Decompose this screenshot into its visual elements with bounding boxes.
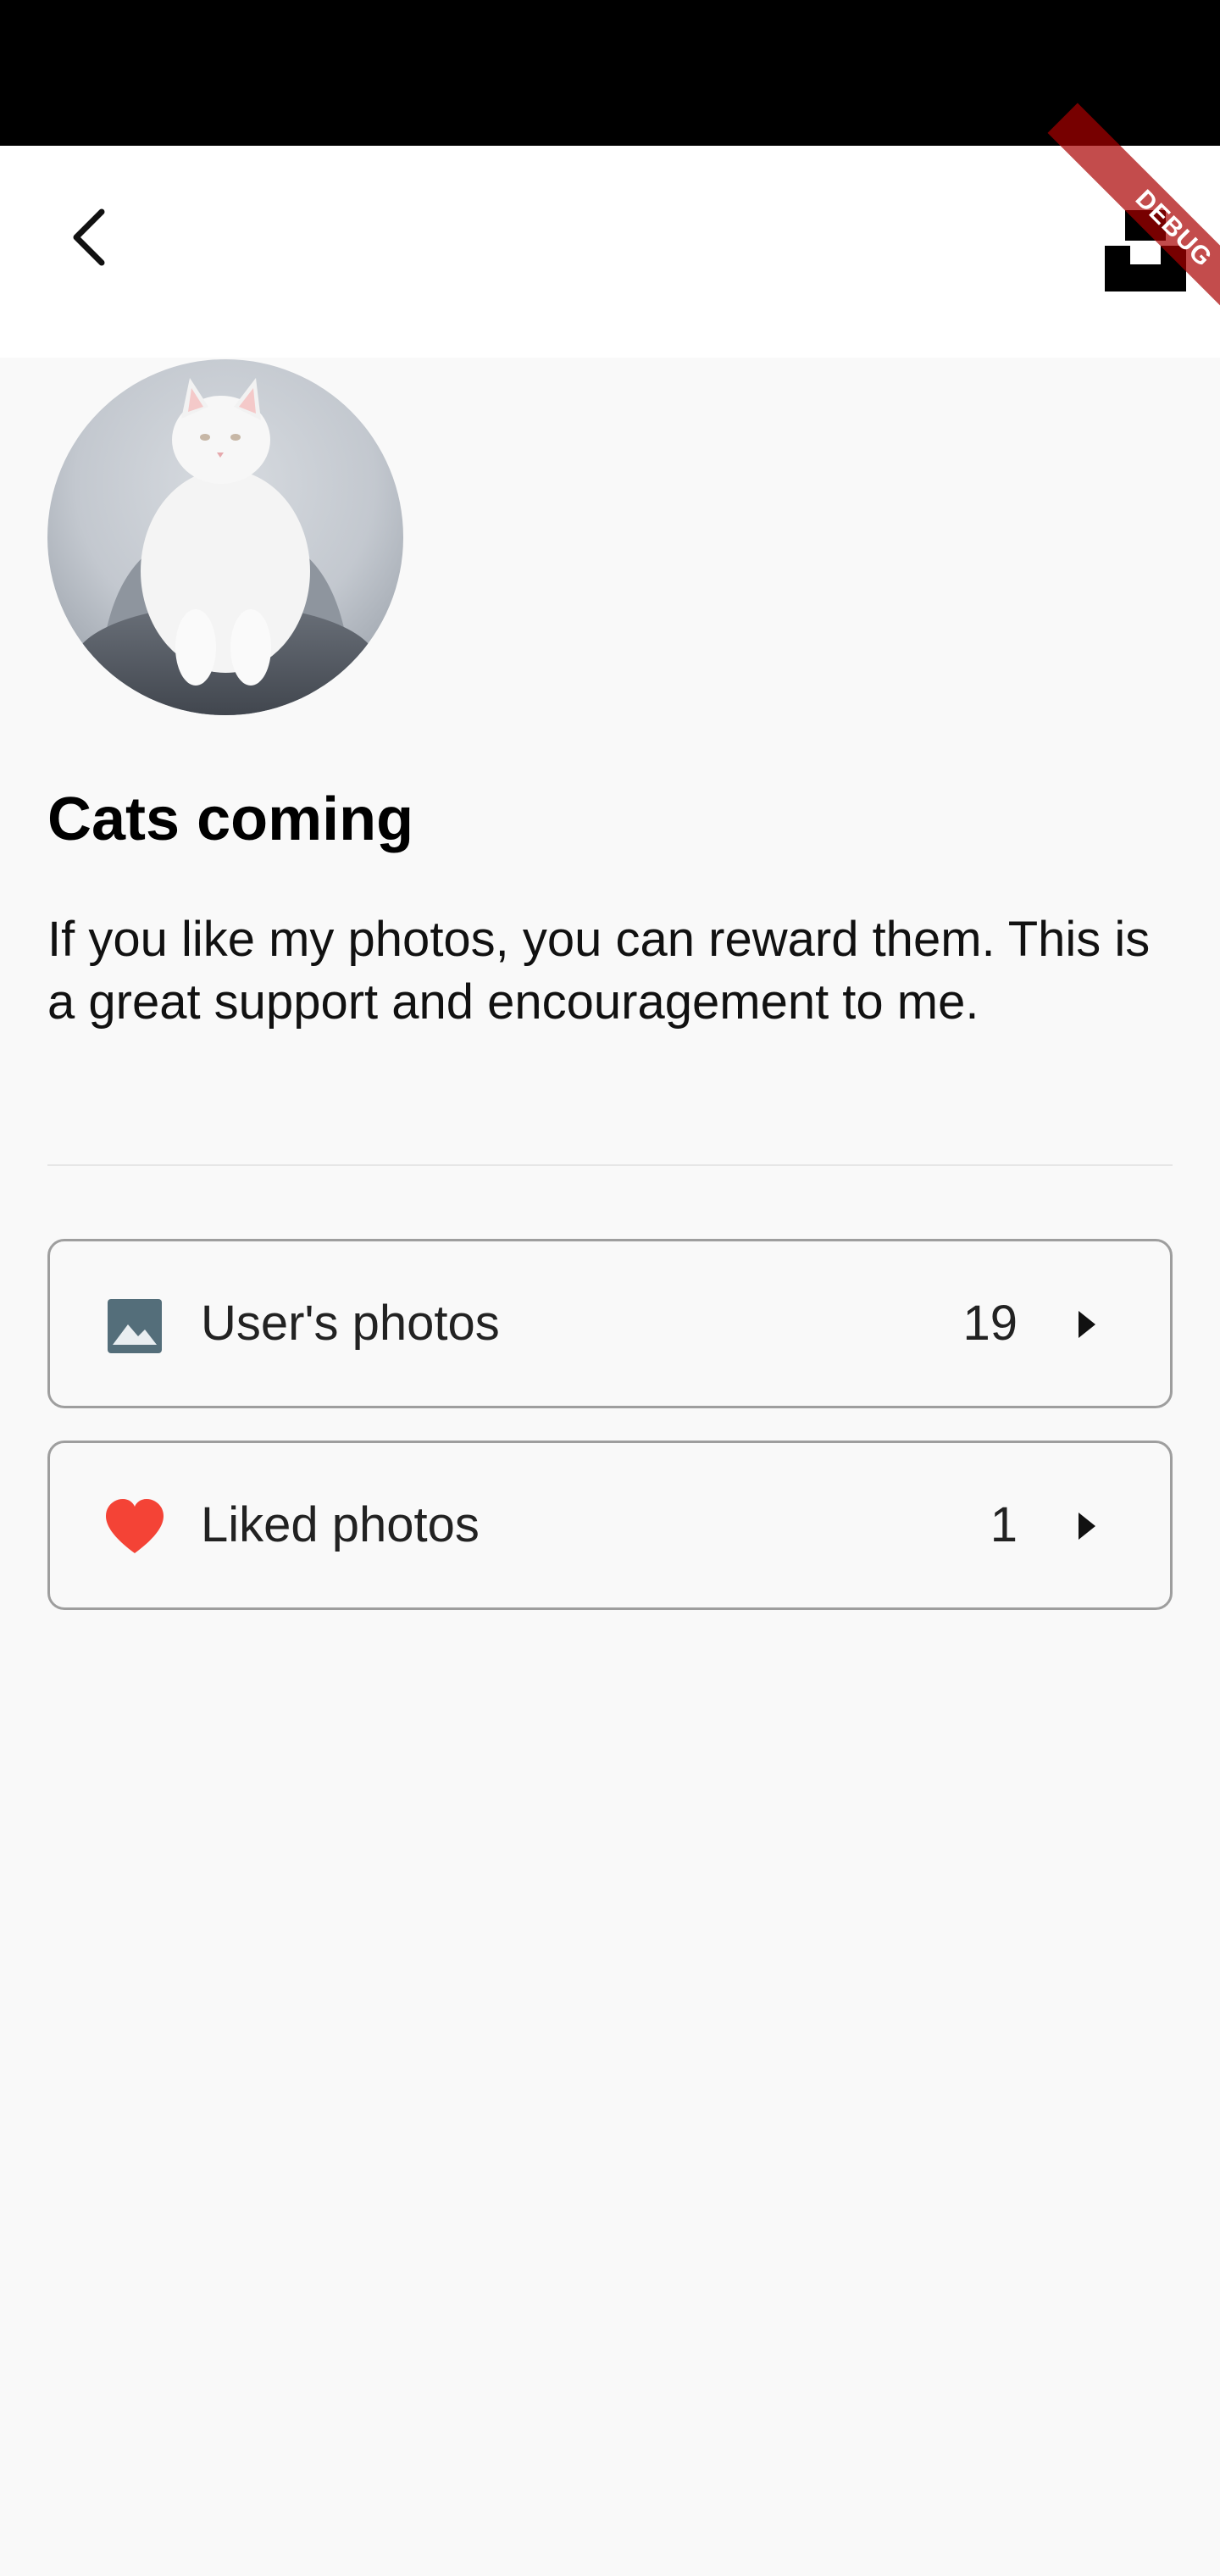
- heart-icon: [106, 1499, 164, 1553]
- status-bar: [0, 0, 1220, 146]
- users-photos-button[interactable]: User's photos 19: [47, 1239, 1173, 1408]
- divider: [47, 1164, 1173, 1166]
- liked-photos-label: Liked photos: [201, 1497, 480, 1552]
- liked-photos-button[interactable]: Liked photos 1: [47, 1441, 1173, 1610]
- app-bar: [0, 146, 1220, 358]
- users-photos-label: User's photos: [201, 1296, 500, 1351]
- avatar: [47, 359, 403, 715]
- caret-right-icon: [1079, 1311, 1095, 1338]
- user-name: Cats coming: [47, 786, 414, 853]
- image-icon: [108, 1299, 162, 1353]
- users-photos-count: 19: [962, 1296, 1018, 1351]
- caret-right-icon: [1079, 1513, 1095, 1540]
- user-bio: If you like my photos, you can reward th…: [47, 912, 1151, 1030]
- chevron-left-icon: [73, 208, 105, 266]
- back-button[interactable]: [41, 190, 136, 285]
- liked-photos-count: 1: [990, 1497, 1018, 1552]
- unsplash-logo-icon[interactable]: [1105, 210, 1186, 291]
